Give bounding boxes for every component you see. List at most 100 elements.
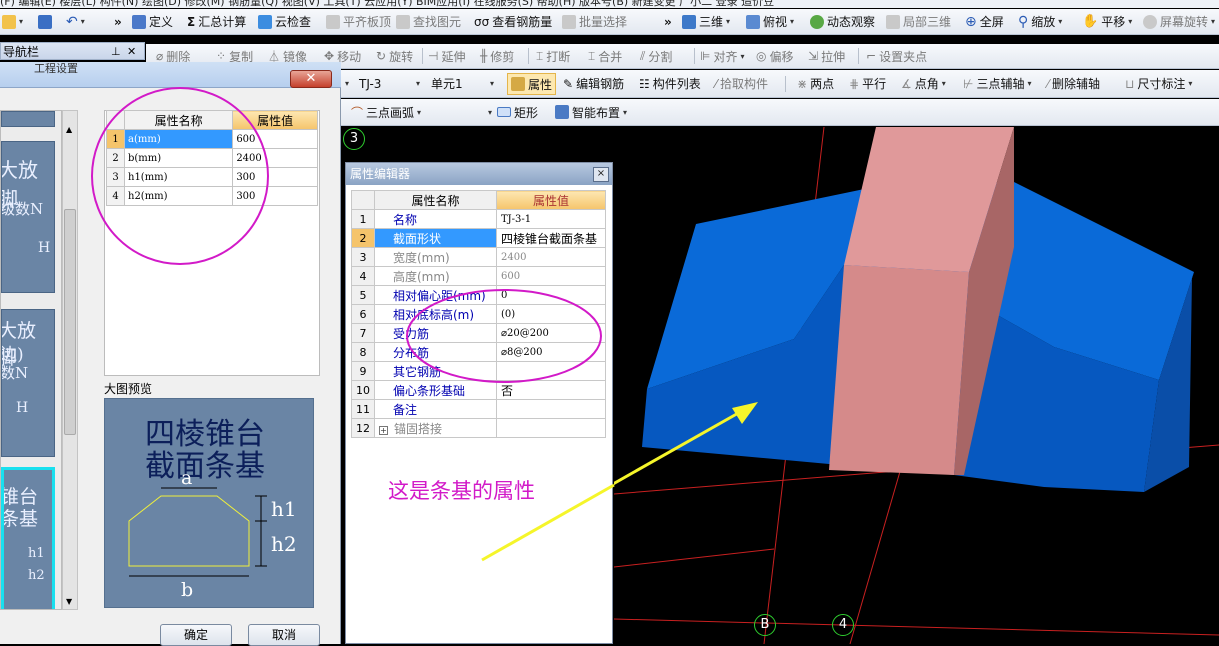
screen-rotate-button[interactable]: 屏幕旋转 ▾ bbox=[1143, 9, 1215, 34]
save-button[interactable] bbox=[38, 9, 52, 34]
thumb3-label-3: h1 bbox=[28, 546, 45, 561]
find-element-button[interactable]: 查找图元 bbox=[396, 9, 461, 34]
undo-button[interactable]: ↶ ▾ bbox=[66, 9, 85, 34]
merge-button[interactable]: ⌶ 合并 bbox=[588, 44, 622, 68]
thumbnail-shape-3[interactable]: 大放脚 边) 数N H bbox=[1, 309, 55, 457]
open-file-button[interactable]: ▾ bbox=[2, 9, 23, 34]
property-row-name[interactable]: 1 名称 TJ-3-1 bbox=[351, 209, 606, 229]
cancel-button[interactable]: 取消 bbox=[248, 624, 320, 646]
break-icon: ⌶ bbox=[536, 48, 544, 63]
shape-thumbnail-list[interactable]: 大放脚 级数N H 大放脚 边) 数N H 锥台 条基 h1 h2 bbox=[0, 110, 62, 610]
define-button[interactable]: 定义 bbox=[132, 9, 173, 34]
rotate-button[interactable]: ↻ 旋转 bbox=[376, 44, 413, 68]
dimension-button[interactable]: ⊔ 尺寸标注 ▾ bbox=[1125, 70, 1192, 97]
stretch-icon: ⇲ bbox=[808, 49, 819, 63]
arc-icon: ⌒ bbox=[351, 105, 364, 120]
scroll-down-icon[interactable]: ▼ bbox=[66, 597, 72, 606]
property-name-value[interactable]: TJ-3-1 bbox=[496, 209, 606, 229]
element-list-button[interactable]: ☷ 构件列表 bbox=[639, 70, 701, 97]
property-row-width[interactable]: 3 宽度(mm) 2400 bbox=[351, 247, 606, 267]
align-button[interactable]: ⊫ 对齐 ▾ bbox=[700, 44, 744, 68]
pan-button[interactable]: ✋ 平移 ▾ bbox=[1082, 9, 1132, 34]
extend-icon: ⊣ bbox=[428, 49, 439, 63]
split-button[interactable]: ⫽ 分割 bbox=[640, 44, 672, 68]
thumbnail-shape-2[interactable]: 大放脚 级数N H bbox=[1, 141, 55, 293]
top-view-button[interactable]: 俯视 ▾ bbox=[746, 9, 794, 34]
3d-button[interactable]: 三维 ▾ bbox=[682, 9, 730, 34]
arc-options-dropdown[interactable]: ▾ bbox=[441, 99, 492, 125]
pick-element-button[interactable]: ⁄ 拾取构件 bbox=[715, 70, 768, 97]
point-angle-button[interactable]: ∡ 点角 ▾ bbox=[901, 70, 946, 97]
element-toolbar: ▾ TJ-3 ▾ 单元1 ▾ 属性 ✎ 编辑钢筋 ☷ 构件列表 ⁄ 拾取构件 ⋇ 两点 ⋕ 平… bbox=[341, 70, 1219, 98]
nav-panel-title: 导航栏 bbox=[3, 44, 40, 59]
find-element-label: 查找图元 bbox=[413, 15, 462, 29]
parallel-button[interactable]: ⋕ 平行 bbox=[849, 70, 886, 97]
property-section-shape-value[interactable]: 四棱锥台截面条基 bbox=[496, 228, 606, 248]
two-point-button[interactable]: ⋇ 两点 bbox=[797, 70, 834, 97]
rectangle-button[interactable]: 矩形 bbox=[497, 99, 538, 125]
scroll-up-icon[interactable]: ▲ bbox=[66, 125, 72, 134]
orbit-label: 动态观察 bbox=[827, 15, 876, 29]
property-row-section-shape[interactable]: 2 截面形状 四棱锥台截面条基 bbox=[351, 228, 606, 248]
property-row-height[interactable]: 4 高度(mm) 600 bbox=[351, 266, 606, 286]
ok-button[interactable]: 确定 bbox=[160, 624, 232, 646]
3d-viewport[interactable] bbox=[614, 127, 1219, 644]
thumbnail-scrollbar[interactable]: ▲ ▼ bbox=[62, 110, 78, 610]
offset-button[interactable]: ◎ 偏移 bbox=[756, 44, 794, 68]
pin-icon[interactable]: ⊥ bbox=[111, 45, 121, 58]
view-rebar-button[interactable]: σσ 查看钢筋量 bbox=[474, 9, 552, 34]
break-button[interactable]: ⌶ 打断 bbox=[536, 44, 570, 68]
fullscreen-button[interactable]: ⊕ 全屏 bbox=[965, 9, 1004, 34]
element-select[interactable]: TJ-3 ▾ bbox=[359, 70, 420, 97]
move-icon: ✥ bbox=[324, 49, 335, 63]
menu-bar[interactable]: (F) 编辑(E) 楼层(L) 构件(N) 绘图(D) 修改(M) 钢筋量(Q)… bbox=[0, 0, 1219, 8]
three-point-arc-button[interactable]: ⌒ 三点画弧 ▾ bbox=[351, 99, 421, 125]
edit-rebar-button[interactable]: ✎ 编辑钢筋 bbox=[563, 70, 624, 97]
axis-label-3: 3 bbox=[343, 128, 365, 150]
properties-button[interactable]: 属性 bbox=[507, 73, 557, 95]
smart-layout-button[interactable]: 智能布置 ▾ bbox=[555, 99, 627, 125]
expand-icon[interactable]: + bbox=[379, 425, 388, 435]
zoom-button[interactable]: ⚲ 缩放 ▾ bbox=[1018, 9, 1062, 34]
element-type-dropdown[interactable]: ▾ bbox=[345, 70, 349, 97]
dialog-close-button[interactable]: ✕ bbox=[290, 70, 332, 88]
nav-panel-header: 导航栏 ⊥ ✕ bbox=[0, 42, 145, 60]
eraser-icon: ⌀ bbox=[156, 49, 164, 63]
summary-calc-label: 汇总计算 bbox=[198, 15, 247, 29]
scroll-thumb[interactable] bbox=[64, 209, 76, 435]
property-name-header: 属性名称 bbox=[374, 190, 497, 210]
thumbnail-shape-1[interactable] bbox=[1, 111, 55, 127]
orbit-button[interactable]: 动态观察 bbox=[810, 9, 875, 34]
unit-select[interactable]: 单元1 ▾ bbox=[431, 70, 494, 97]
delete-axis-label: 删除辅轴 bbox=[1052, 77, 1101, 91]
summary-calc-button[interactable]: Σ 汇总计算 bbox=[187, 9, 246, 34]
thumb3-label-2: 条基 bbox=[1, 508, 39, 530]
hand-icon: ✋ bbox=[1082, 14, 1099, 29]
property-editor-close-button[interactable]: × bbox=[593, 167, 609, 182]
local-3d-button[interactable]: 局部三维 bbox=[886, 9, 951, 34]
align-label: 对齐 bbox=[713, 49, 738, 64]
extend-button[interactable]: ⊣ 延伸 bbox=[428, 44, 465, 68]
parallel-label: 平行 bbox=[862, 77, 887, 91]
stretch-button[interactable]: ⇲ 拉伸 bbox=[808, 44, 845, 68]
trim-button[interactable]: ╫ 修剪 bbox=[480, 44, 514, 68]
axis-label-b: B bbox=[754, 614, 776, 636]
rotate-icon bbox=[1143, 14, 1157, 29]
dialog-title: 工程设置 bbox=[34, 62, 78, 75]
thumbnail-shape-selected[interactable]: 锥台 条基 h1 h2 bbox=[1, 467, 55, 609]
delete-axis-button[interactable]: ⁄ 删除辅轴 bbox=[1047, 70, 1100, 97]
3d-label: 三维 bbox=[699, 15, 724, 29]
local-3d-label: 局部三维 bbox=[903, 15, 952, 29]
axis-label-4: 4 bbox=[832, 614, 854, 636]
three-point-axis-button[interactable]: ⊬ 三点辅轴 ▾ bbox=[963, 70, 1031, 97]
overflow-icon-2[interactable]: » bbox=[664, 9, 672, 34]
flush-slab-top-button[interactable]: 平齐板顶 bbox=[326, 9, 391, 34]
cloud-check-button[interactable]: 云检查 bbox=[258, 9, 311, 34]
set-grip-button[interactable]: ⌐ 设置夹点 bbox=[866, 44, 927, 68]
close-icon[interactable]: ✕ bbox=[127, 45, 136, 58]
merge-icon: ⌶ bbox=[588, 48, 596, 63]
batch-select-button[interactable]: 批量选择 bbox=[562, 9, 627, 34]
cloud-check-label: 云检查 bbox=[275, 15, 312, 29]
overflow-icon[interactable]: » bbox=[114, 9, 122, 34]
trim-icon: ╫ bbox=[480, 49, 488, 63]
